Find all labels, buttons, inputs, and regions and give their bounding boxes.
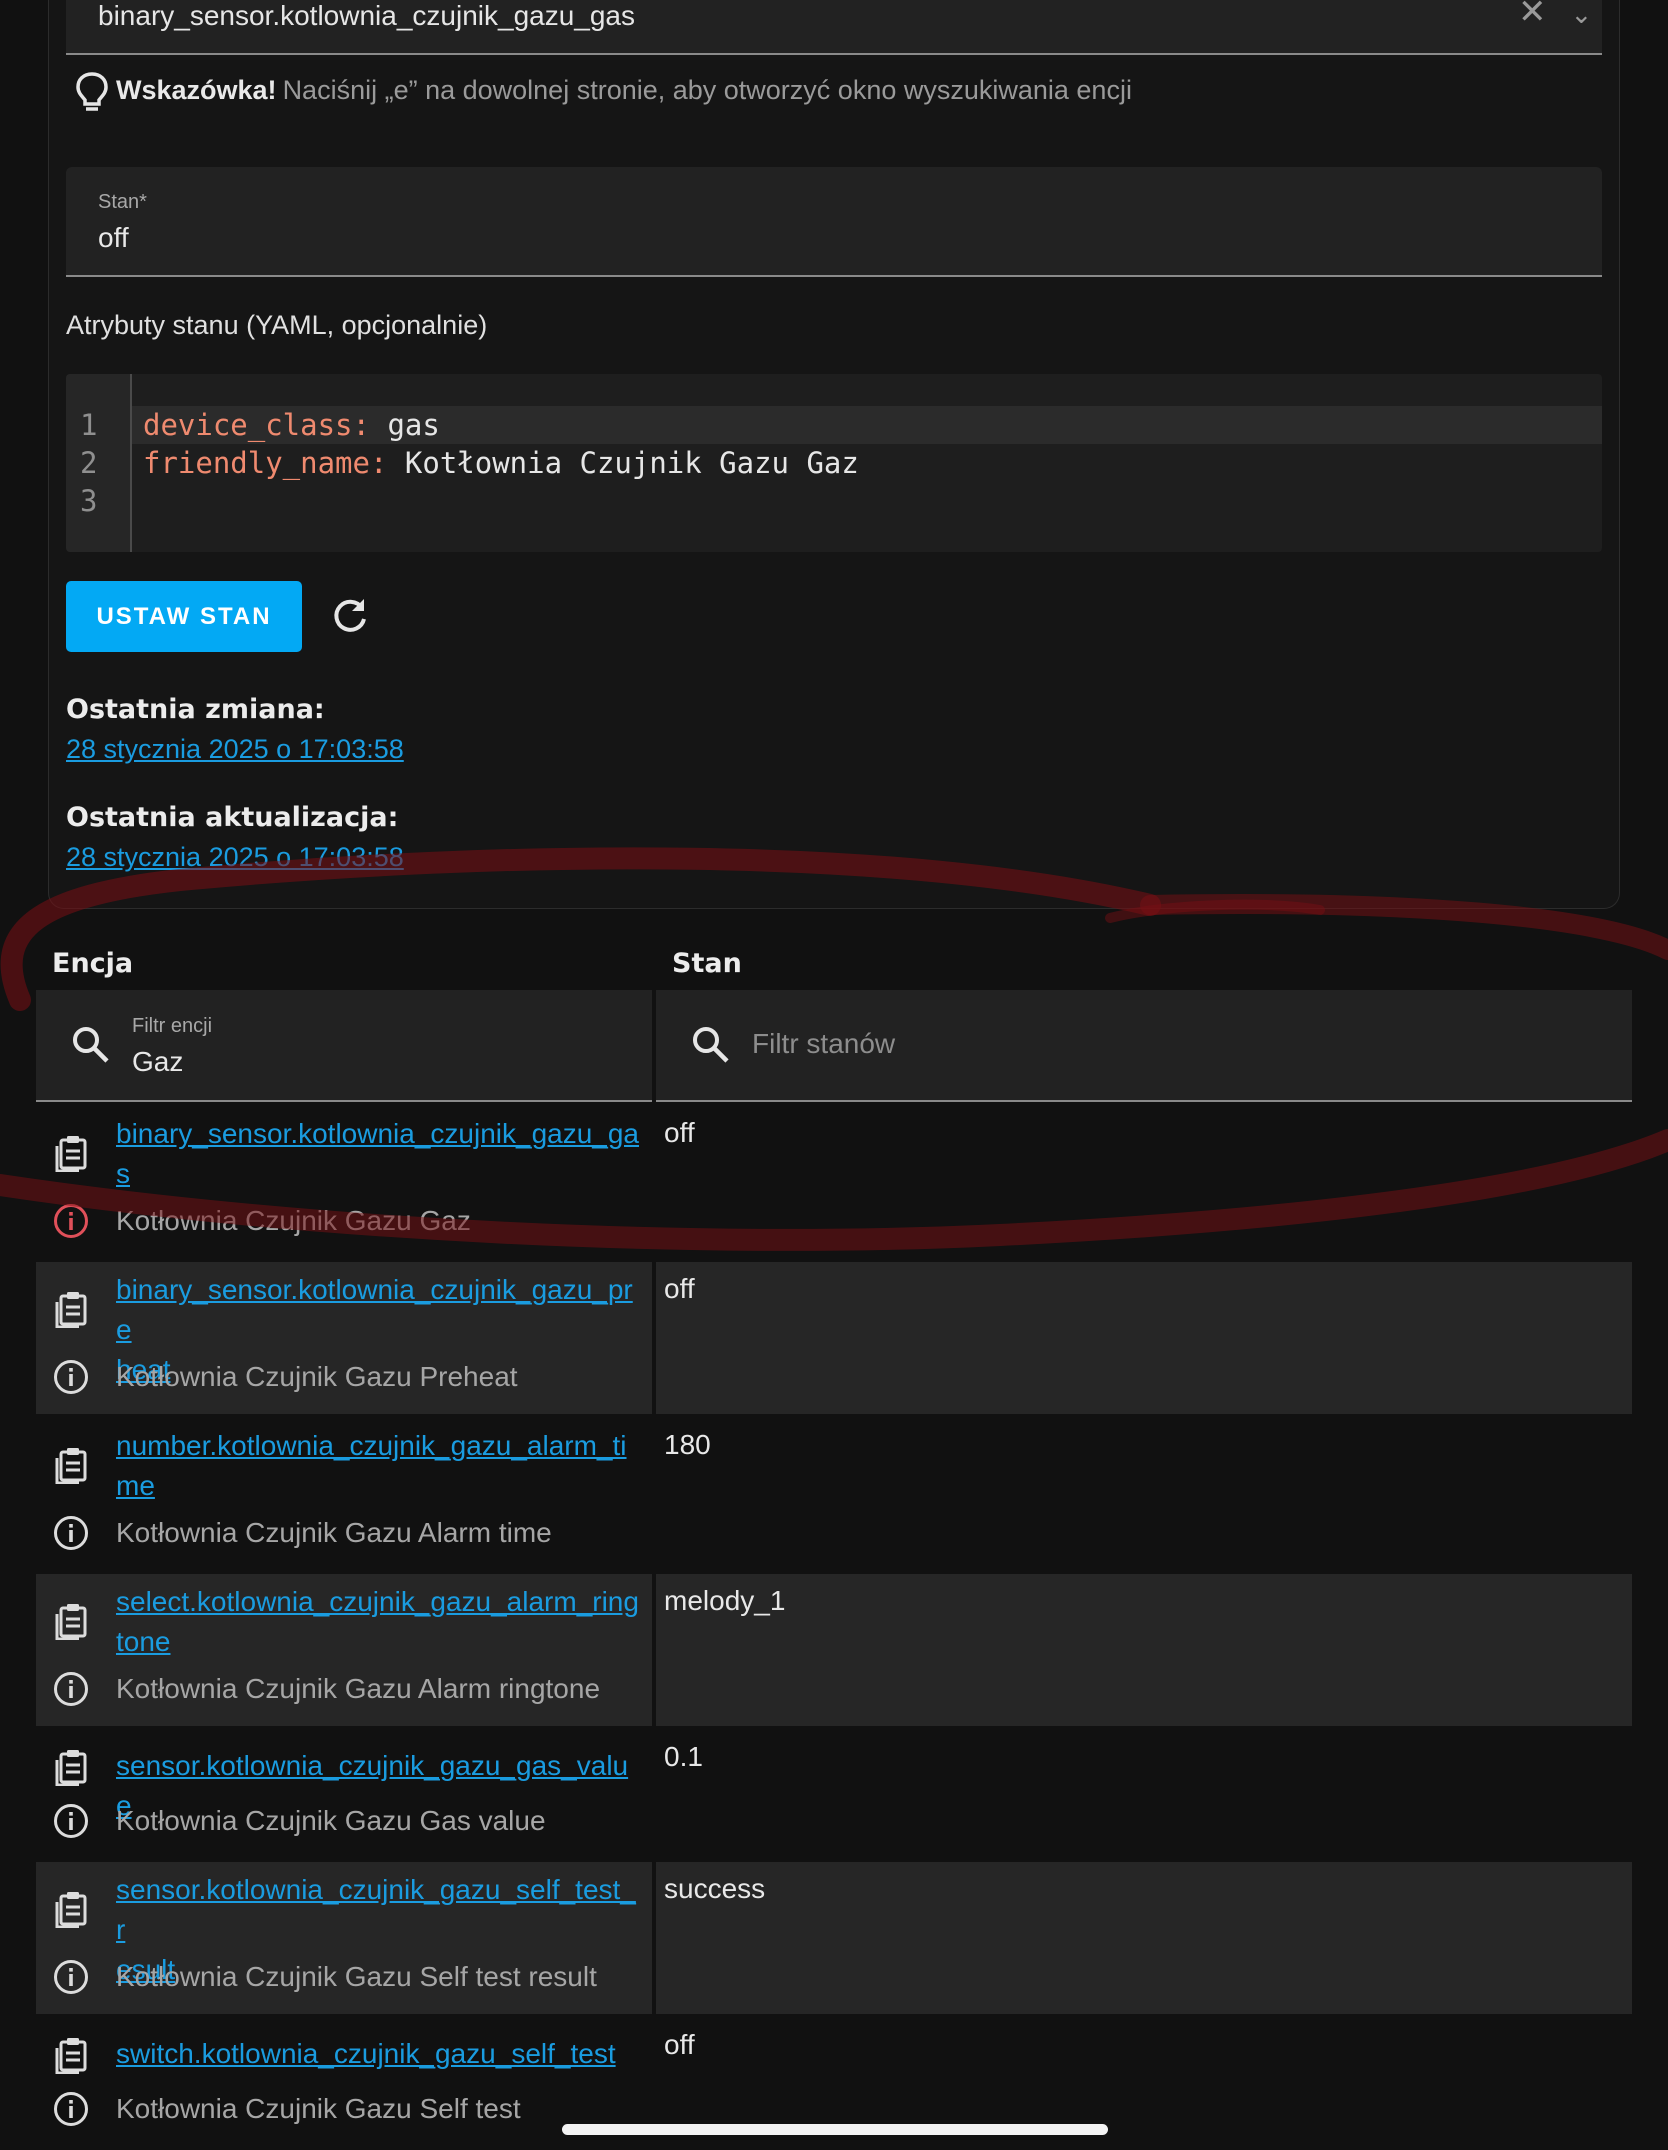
copy-clipboard-icon[interactable] (52, 1748, 90, 1786)
entity-state: melody_1 (664, 1585, 786, 1616)
copy-clipboard-icon[interactable] (52, 1890, 90, 1928)
state-filter-placeholder: Filtr stanów (752, 1028, 896, 1059)
yaml-line[interactable]: friendly_name: Kotłownia Czujnik Gazu Ga… (143, 444, 859, 482)
entity-link[interactable]: binary_sensor.kotlownia_czujnik_gazu_ga s (116, 1114, 641, 1194)
refresh-icon[interactable] (328, 594, 372, 638)
entity-filter[interactable] (36, 990, 652, 1102)
lightbulb-icon (76, 72, 108, 111)
set-state-button[interactable]: USTAW STAN (66, 581, 302, 652)
entity-link[interactable]: switch.kotlownia_czujnik_gazu_self_test (116, 2034, 641, 2074)
line-number: 3 (80, 484, 98, 518)
info-icon[interactable] (52, 1358, 90, 1396)
entity-state: off (664, 1273, 695, 1304)
line-number: 2 (80, 446, 98, 480)
last-changed-link[interactable]: 28 stycznia 2025 o 17:03:58 (66, 734, 404, 765)
state-input-value: off (98, 222, 129, 253)
line-number: 1 (80, 408, 98, 442)
last-changed-label: Ostatnia zmiana: (66, 694, 325, 725)
hint: Wskazówka! Naciśnij „e” na dowolnej stron… (74, 70, 1132, 114)
entity-state: 0.1 (664, 1741, 703, 1772)
last-updated-label: Ostatnia aktualizacja: (66, 802, 399, 833)
chevron-down-icon[interactable]: ⌄ (1571, 0, 1593, 29)
entity-state: success (664, 1873, 766, 1904)
info-icon[interactable] (52, 1958, 90, 1996)
entity-friendly-name: Kotłownia Czujnik Gazu Self test result (116, 1961, 597, 1992)
home-indicator (562, 2124, 1108, 2135)
row-stripe (656, 1262, 1632, 1414)
entity-state: off (664, 1117, 695, 1148)
column-header-state: Stan (672, 948, 742, 979)
copy-clipboard-icon[interactable] (52, 1134, 90, 1172)
yaml-value: gas (387, 408, 440, 442)
entity-filter-label: Filtr encji (132, 1015, 213, 1037)
info-icon[interactable] (52, 1670, 90, 1708)
entity-friendly-name: Kotłownia Czujnik Gazu Alarm time (116, 1517, 552, 1548)
entity-friendly-name: Kotłownia Czujnik Gazu Gas value (116, 1805, 546, 1836)
entity-picker-value: binary_sensor.kotlownia_czujnik_gazu_gas (98, 0, 636, 31)
entity-friendly-name: Kotłownia Czujnik Gazu Preheat (116, 1361, 518, 1392)
info-icon[interactable] (52, 1202, 90, 1240)
copy-clipboard-icon[interactable] (52, 1446, 90, 1484)
yaml-line[interactable]: device_class: gas (143, 406, 440, 444)
attributes-title: Atrybuty stanu (YAML, opcjonalnie) (66, 310, 488, 340)
copy-clipboard-icon[interactable] (52, 1602, 90, 1640)
info-icon[interactable] (52, 1514, 90, 1552)
entity-link[interactable]: select.kotlownia_czujnik_gazu_alarm_ring… (116, 1582, 641, 1662)
entity-friendly-name: Kotłownia Czujnik Gazu Self test (116, 2093, 521, 2124)
yaml-key: device_class (143, 408, 353, 442)
entity-state: 180 (664, 1429, 711, 1460)
state-input-label: Stan* (98, 191, 147, 213)
clear-icon[interactable]: ✕ (1518, 0, 1547, 31)
column-header-entity: Encja (52, 948, 134, 979)
info-icon[interactable] (52, 1802, 90, 1840)
yaml-value: Kotłownia Czujnik Gazu Gaz (404, 446, 859, 480)
hint-text: Naciśnij „e” na dowolnej stronie, aby ot… (282, 75, 1132, 106)
copy-clipboard-icon[interactable] (52, 2036, 90, 2074)
row-stripe (656, 1862, 1632, 2014)
entity-picker-controls: ✕ ⌄ (1494, 0, 1592, 32)
copy-clipboard-icon[interactable] (52, 1290, 90, 1328)
hint-bold: Wskazówka! (116, 75, 277, 106)
entity-friendly-name: Kotłownia Czujnik Gazu Gaz (116, 1205, 471, 1236)
info-icon[interactable] (52, 2090, 90, 2128)
entity-filter-value: Gaz (132, 1046, 184, 1077)
search-icon (693, 1027, 729, 1063)
yaml-key: friendly_name (143, 446, 370, 480)
row-stripe (656, 1574, 1632, 1726)
entity-friendly-name: Kotłownia Czujnik Gazu Alarm ringtone (116, 1673, 601, 1704)
entity-state: off (664, 2029, 695, 2060)
editor-gutter (66, 374, 132, 552)
state-input[interactable] (66, 167, 1602, 277)
last-updated-link[interactable]: 28 stycznia 2025 o 17:03:58 (66, 842, 404, 873)
entity-link[interactable]: number.kotlownia_czujnik_gazu_alarm_ti me (116, 1426, 641, 1506)
search-icon (73, 1027, 109, 1063)
